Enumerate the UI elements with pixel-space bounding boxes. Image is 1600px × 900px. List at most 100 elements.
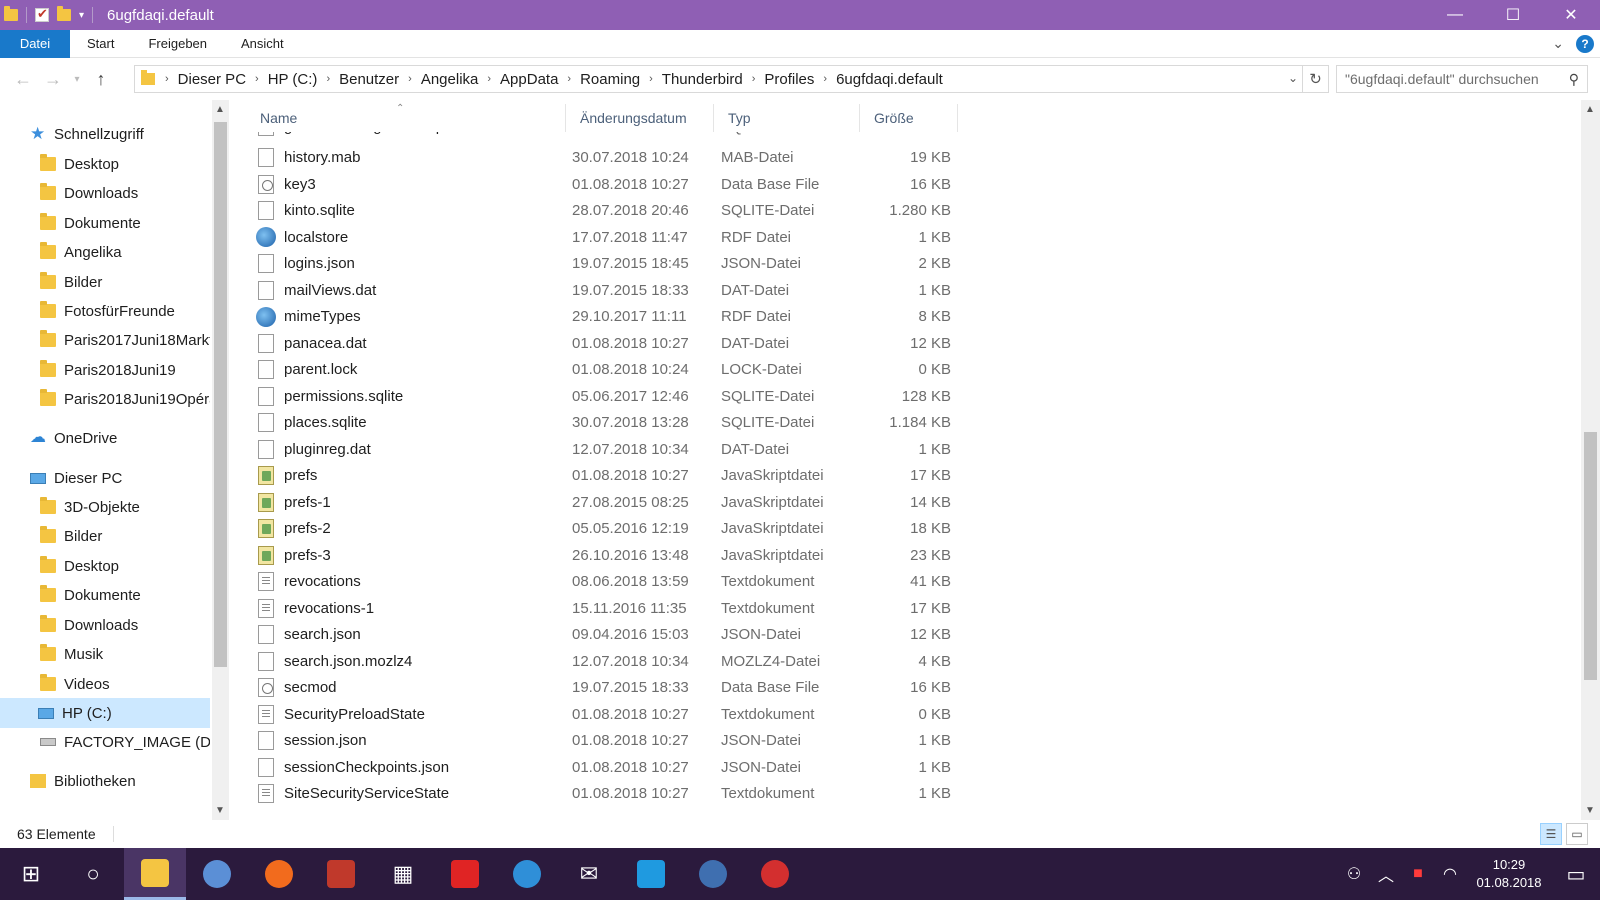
table-row[interactable]: panacea.dat 01.08.2018 10:27 DAT-Datei 12 K… [254,330,964,357]
nav-item-pc-downloads[interactable]: Downloads [40,610,210,640]
crumb-profiles[interactable]: Profiles [764,71,814,88]
crumb-benutzer[interactable]: Benutzer [339,71,399,88]
nav-libraries[interactable]: Bibliotheken [30,766,210,796]
table-row[interactable]: pluginreg.dat 12.07.2018 10:34 DAT-Datei 1 … [254,436,964,463]
chevron-right-icon[interactable]: › [649,73,653,85]
people-icon[interactable]: ⚇ [1338,864,1370,884]
table-row[interactable]: prefs-3 26.10.2016 13:48 JavaSkriptdatei 23… [254,542,964,569]
scroll-down-icon[interactable]: ▼ [1585,805,1595,816]
scroll-up-icon[interactable]: ▲ [1585,104,1595,115]
table-row[interactable]: kinto.sqlite 28.07.2018 20:46 SQLITE-Datei… [254,197,964,224]
chevron-right-icon[interactable]: › [408,73,412,85]
large-icons-view-icon[interactable]: ▭ [1566,823,1588,845]
expand-ribbon-icon[interactable]: ⌄ [1552,35,1564,52]
chevron-right-icon[interactable]: › [326,73,330,85]
nav-item-fotosfuerfreunde[interactable]: FotosfürFreunde [40,296,210,326]
table-row[interactable]: prefs-1 27.08.2015 08:25 JavaSkriptdatei 14… [254,489,964,516]
nav-item-musik[interactable]: Musik [40,639,210,669]
table-row[interactable]: history.mab 30.07.2018 10:24 MAB-Datei 19 K… [254,144,964,171]
tab-ansicht[interactable]: Ansicht [224,30,301,58]
crumb-thunderbird[interactable]: Thunderbird [662,71,743,88]
scrollbar-thumb[interactable] [1584,432,1597,680]
column-header-size[interactable]: Größe [860,104,958,132]
nav-item-downloads[interactable]: Downloads📌 [40,178,210,208]
column-header-type[interactable]: Typ [714,104,860,132]
chevron-right-icon[interactable]: › [752,73,756,85]
nav-item-bilder[interactable]: Bilder📌 [40,267,210,297]
start-icon[interactable]: ⊞ [0,848,62,900]
help-icon[interactable]: ? [1576,34,1594,53]
forward-icon[interactable]: → [38,69,68,90]
back-icon[interactable]: ← [8,69,38,90]
nav-this-pc[interactable]: Dieser PC [30,463,210,493]
folder-icon[interactable] [4,6,18,21]
tab-start[interactable]: Start [70,30,131,58]
table-row[interactable]: SiteSecurityServiceState 01.08.2018 10:27… [254,780,964,807]
refresh-icon[interactable]: ↻ [1302,66,1328,92]
app-icon[interactable] [310,848,372,900]
show-hidden-icons-icon[interactable]: ︿ [1370,862,1402,886]
details-view-icon[interactable]: ☰ [1540,823,1562,845]
tab-freigeben[interactable]: Freigeben [131,30,224,58]
close-button[interactable]: ✕ [1542,0,1600,30]
tab-datei[interactable]: Datei [0,29,70,58]
nav-quick-access[interactable]: ★ Schnellzugriff [30,119,210,149]
scrollbar-thumb[interactable] [214,122,227,667]
nav-item-paris2017[interactable]: Paris2017Juni18MarktM [40,325,210,355]
table-row[interactable]: permissions.sqlite 05.06.2017 12:46 SQLITE… [254,383,964,410]
nav-scrollbar[interactable]: ▲ ▼ [212,100,229,820]
table-row[interactable]: logins.json 19.07.2015 18:45 JSON-Datei 2 K… [254,250,964,277]
minimize-button[interactable]: — [1426,0,1484,30]
table-row[interactable]: search.json 09.04.2016 15:03 JSON-Datei 12 … [254,621,964,648]
media-icon[interactable] [682,848,744,900]
table-row[interactable]: key3 01.08.2018 10:27 Data Base File 16 KB [254,171,964,198]
properties-icon[interactable] [35,6,49,22]
table-row[interactable]: secmod 19.07.2015 18:33 Data Base File 16 K… [254,674,964,701]
crumb-current-folder[interactable]: 6ugfdaqi.default [836,71,943,88]
search-input[interactable]: "6ugfdaqi.default" durchsuchen ⚲ [1336,65,1588,93]
nav-item-videos[interactable]: Videos [40,669,210,699]
scroll-down-icon[interactable]: ▼ [215,805,225,816]
mail-app-icon[interactable] [496,848,558,900]
nav-item-dokumente[interactable]: Dokumente📌 [40,208,210,238]
action-center-icon[interactable]: ▭ [1552,862,1600,887]
thunderbird-icon[interactable] [186,848,248,900]
table-row[interactable]: prefs 01.08.2018 10:27 JavaSkriptdatei 17 K… [254,462,964,489]
nav-item-factory-image[interactable]: FACTORY_IMAGE (D:) [40,727,210,757]
maximize-button[interactable]: ☐ [1484,0,1542,30]
column-header-name[interactable]: Name ⌃ [246,103,566,132]
crumb-dieser-pc[interactable]: Dieser PC [178,71,246,88]
table-row[interactable]: mimeTypes 29.10.2017 11:11 RDF Datei 8 KB [254,303,964,330]
customize-toolbar-icon[interactable]: ▾ [79,10,84,21]
table-row[interactable]: sessionCheckpoints.json 01.08.2018 10:27 J… [254,754,964,781]
crumb-roaming[interactable]: Roaming [580,71,640,88]
envelope-icon[interactable]: ✉ [558,848,620,900]
calculator-icon[interactable]: ▦ [372,848,434,900]
table-row[interactable]: search.json.mozlz4 12.07.2018 10:34 MOZLZ4… [254,648,964,675]
up-icon[interactable]: ↑ [86,69,116,90]
table-row[interactable]: mailViews.dat 19.07.2015 18:33 DAT-Datei 1 … [254,277,964,304]
table-row[interactable]: parent.lock 01.08.2018 10:24 LOCK-Datei 0 K… [254,356,964,383]
table-row[interactable]: prefs-2 05.05.2016 12:19 JavaSkriptdatei 18… [254,515,964,542]
crumb-appdata[interactable]: AppData [500,71,558,88]
table-row[interactable]: revocations-1 15.11.2016 11:35 Textdokumen… [254,595,964,622]
red-app-icon[interactable] [744,848,806,900]
nav-item-angelika[interactable]: Angelika📌 [40,237,210,267]
nav-item-paris2018opera[interactable]: Paris2018Juni19OpéraG [40,384,210,414]
chevron-right-icon[interactable]: › [567,73,571,85]
nav-item-pc-bilder[interactable]: Bilder [40,521,210,551]
new-folder-icon[interactable] [57,6,71,21]
clock[interactable]: 10:29 01.08.2018 [1466,856,1552,892]
recent-locations-icon[interactable]: ▾ [68,74,86,85]
file-explorer-icon[interactable] [124,848,186,900]
table-row[interactable]: session.json 01.08.2018 10:27 JSON-Datei 1 … [254,727,964,754]
nav-item-paris2018juni19[interactable]: Paris2018Juni19 [40,355,210,385]
column-header-date[interactable]: Änderungsdatum [566,104,714,132]
search-icon[interactable]: ⚲ [1569,71,1579,88]
table-row[interactable]: revocations 08.06.2018 13:59 Textdokument 4… [254,568,964,595]
wifi-icon[interactable]: ◠ [1434,864,1466,884]
nav-item-hp-c[interactable]: HP (C:) [0,698,210,728]
windows-store-icon[interactable] [620,848,682,900]
nav-item-pc-desktop[interactable]: Desktop [40,551,210,581]
table-row[interactable]: places.sqlite 30.07.2018 13:28 SQLITE-Date… [254,409,964,436]
